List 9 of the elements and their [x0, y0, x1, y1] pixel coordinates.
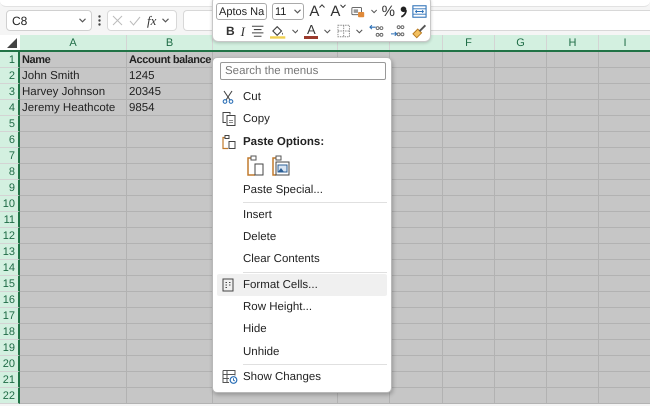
table-cell: 9854	[127, 100, 213, 116]
table-cell: John Smith	[20, 68, 127, 84]
menu-heading: Paste Options:	[243, 136, 324, 148]
table-cell: Account balance	[127, 52, 213, 68]
table-cell: Name	[20, 52, 127, 68]
table-cell: 1245	[127, 68, 213, 84]
table-cell: Harvey Johnson	[20, 84, 127, 100]
table-cell: Jeremy Heathcote	[20, 100, 127, 116]
table-cell: 20345	[127, 84, 213, 100]
